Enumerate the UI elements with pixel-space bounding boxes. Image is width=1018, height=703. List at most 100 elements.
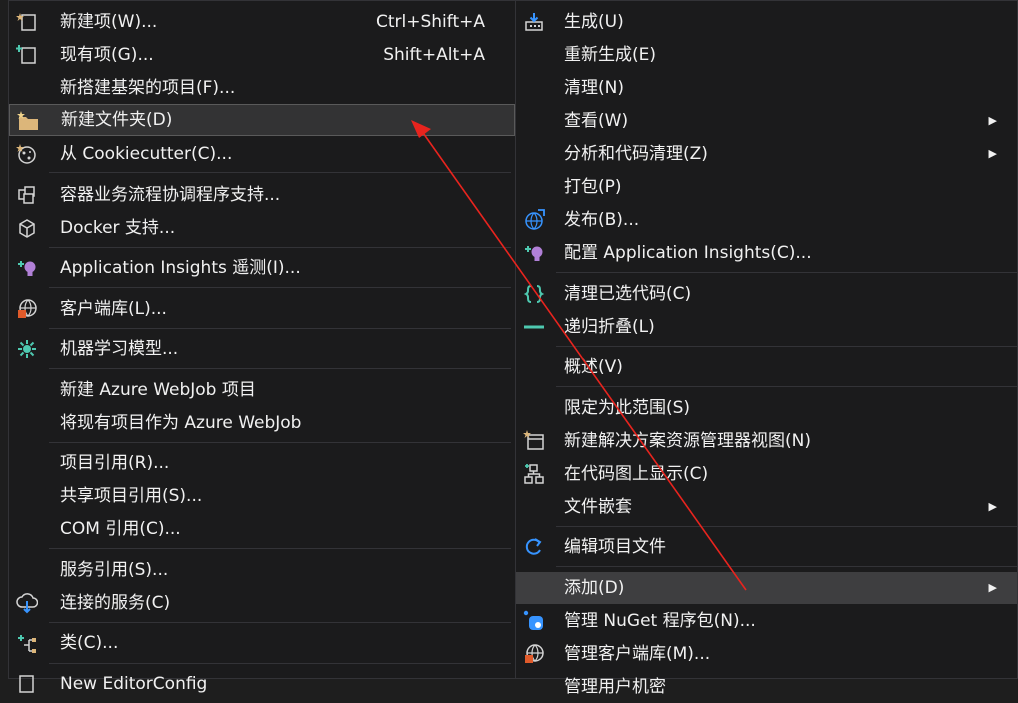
menu-item-edit-project-file[interactable]: 编辑项目文件 (516, 531, 1017, 563)
menu-item-application-insights[interactable]: Application Insights 遥测(I)... (9, 252, 515, 284)
menu-item-docker-support[interactable]: Docker 支持... (9, 212, 515, 244)
menu-item-analyze-code-cleanup[interactable]: 分析和代码清理(Z) ▶ (516, 138, 1017, 170)
container-orchestration-icon (15, 183, 39, 207)
menu-item-label: 将现有项目作为 Azure WebJob (60, 413, 302, 433)
menu-separator (49, 368, 511, 369)
menu-item-existing-project-as-webjob[interactable]: 将现有项目作为 Azure WebJob (9, 407, 515, 439)
new-folder-icon (16, 109, 40, 133)
menu-item-label: 清理已选代码(C) (564, 284, 692, 304)
menu-separator (556, 386, 1017, 387)
menu-item-new-editorconfig[interactable]: New EditorConfig (9, 668, 515, 700)
menu-item-label: 概述(V) (564, 357, 623, 377)
menu-item-new-folder[interactable]: 新建文件夹(D) (9, 104, 515, 136)
menu-item-label: 管理 NuGet 程序包(N)... (564, 611, 756, 631)
menu-item-label: Application Insights 遥测(I)... (60, 258, 301, 278)
submenu-arrow-icon: ▶ (988, 147, 997, 160)
cookiecutter-icon (15, 142, 39, 166)
menu-item-service-reference[interactable]: 服务引用(S)... (9, 554, 515, 586)
menu-item-configure-application-insights[interactable]: 配置 Application Insights(C)... (516, 237, 1017, 269)
menu-item-manage-nuget[interactable]: 管理 NuGet 程序包(N)... (516, 605, 1017, 637)
menu-item-label: 打包(P) (564, 177, 622, 197)
menu-item-add[interactable]: 添加(D) ▶ (516, 572, 1017, 604)
code-cleanup-icon (522, 282, 546, 306)
menu-item-label: 文件嵌套 (564, 497, 632, 517)
menu-item-label: 管理用户机密 (564, 677, 666, 697)
menu-item-label: 限定为此范围(S) (564, 398, 691, 418)
add-submenu: 新建项(W)... Ctrl+Shift+A 现有项(G)... Shift+A… (8, 0, 516, 694)
nuget-icon (522, 609, 546, 633)
menu-item-label: 服务引用(S)... (60, 560, 169, 580)
menu-item-label: 容器业务流程协调程序支持... (60, 185, 281, 205)
menu-item-label: 发布(B)... (564, 210, 640, 230)
menu-item-label: New EditorConfig (60, 674, 208, 694)
class-icon (15, 631, 39, 655)
menu-item-com-reference[interactable]: COM 引用(C)... (9, 513, 515, 545)
menu-item-client-library[interactable]: 客户端库(L)... (9, 293, 515, 325)
menu-separator (49, 622, 511, 623)
new-item-icon (15, 10, 39, 34)
code-map-icon (522, 462, 546, 486)
menu-item-build[interactable]: 生成(U) (516, 6, 1017, 38)
menu-item-label: COM 引用(C)... (60, 519, 181, 539)
submenu-arrow-icon: ▶ (988, 114, 997, 127)
machine-learning-icon (15, 337, 39, 361)
menu-item-overview[interactable]: 概述(V) (516, 351, 1017, 383)
menu-separator (49, 442, 511, 443)
menu-item-clean[interactable]: 清理(N) (516, 72, 1017, 104)
menu-separator (556, 272, 1017, 273)
project-context-menu: 生成(U) 重新生成(E) 清理(N) 查看(W) ▶ 分析和代码清理(Z) ▶… (515, 0, 1018, 697)
menu-item-shared-project-reference[interactable]: 共享项目引用(S)... (9, 480, 515, 512)
menu-item-rebuild[interactable]: 重新生成(E) (516, 39, 1017, 71)
menu-item-label: 管理客户端库(M)... (564, 644, 711, 664)
menu-separator (556, 526, 1017, 527)
menu-item-label: 新建 Azure WebJob 项目 (60, 380, 256, 400)
connected-service-icon (15, 591, 39, 615)
menu-item-view[interactable]: 查看(W) ▶ (516, 105, 1017, 137)
menu-item-label: 机器学习模型... (60, 339, 179, 359)
menu-item-label: 添加(D) (564, 578, 625, 598)
menu-item-collapse-all[interactable]: 递归折叠(L) (516, 311, 1017, 343)
build-icon (522, 10, 546, 34)
menu-item-label: 在代码图上显示(C) (564, 464, 709, 484)
menu-item-shortcut: Shift+Alt+A (383, 45, 485, 65)
application-insights-icon (15, 256, 39, 280)
menu-item-file-nesting[interactable]: 文件嵌套 ▶ (516, 491, 1017, 523)
menu-item-label: 新搭建基架的项目(F)... (60, 78, 236, 98)
menu-item-connected-service[interactable]: 连接的服务(C) (9, 587, 515, 619)
menu-separator (49, 328, 511, 329)
client-library-icon (15, 297, 39, 321)
menu-item-label: 分析和代码清理(Z) (564, 144, 708, 164)
menu-separator (556, 566, 1017, 567)
menu-item-manage-user-secrets[interactable]: 管理用户机密 (516, 671, 1017, 703)
menu-item-new-azure-webjob-project[interactable]: 新建 Azure WebJob 项目 (9, 374, 515, 406)
menu-item-existing-item[interactable]: 现有项(G)... Shift+Alt+A (9, 39, 515, 71)
docker-icon (15, 216, 39, 240)
menu-item-cleanup-selected-code[interactable]: 清理已选代码(C) (516, 278, 1017, 310)
menu-item-project-reference[interactable]: 项目引用(R)... (9, 447, 515, 479)
menu-item-from-cookiecutter[interactable]: 从 Cookiecutter(C)... (9, 138, 515, 170)
submenu-arrow-icon: ▶ (988, 581, 997, 594)
menu-item-new-scaffolded-item[interactable]: 新搭建基架的项目(F)... (9, 72, 515, 104)
menu-item-publish[interactable]: 发布(B)... (516, 204, 1017, 236)
editorconfig-icon (15, 672, 39, 696)
menu-item-pack[interactable]: 打包(P) (516, 171, 1017, 203)
menu-item-machine-learning-model[interactable]: 机器学习模型... (9, 333, 515, 365)
menu-item-class[interactable]: 类(C)... (9, 627, 515, 659)
new-view-icon (522, 429, 546, 453)
menu-item-label: 新建项(W)... (60, 12, 158, 32)
menu-item-new-item[interactable]: 新建项(W)... Ctrl+Shift+A (9, 6, 515, 38)
menu-item-manage-client-libraries[interactable]: 管理客户端库(M)... (516, 638, 1017, 670)
menu-separator (556, 346, 1017, 347)
menu-item-show-on-code-map[interactable]: 在代码图上显示(C) (516, 458, 1017, 490)
submenu-arrow-icon: ▶ (988, 500, 997, 513)
menu-item-shortcut: Ctrl+Shift+A (375, 12, 485, 32)
menu-separator (49, 287, 511, 288)
menu-item-scope-to-this[interactable]: 限定为此范围(S) (516, 392, 1017, 424)
menu-item-label: 连接的服务(C) (60, 593, 171, 613)
menu-item-label: 配置 Application Insights(C)... (564, 243, 812, 263)
menu-item-label: 查看(W) (564, 111, 629, 131)
menu-item-label: 重新生成(E) (564, 45, 657, 65)
menu-item-label: 项目引用(R)... (60, 453, 170, 473)
menu-item-container-orchestration[interactable]: 容器业务流程协调程序支持... (9, 179, 515, 211)
menu-item-new-solution-explorer-view[interactable]: 新建解决方案资源管理器视图(N) (516, 425, 1017, 457)
